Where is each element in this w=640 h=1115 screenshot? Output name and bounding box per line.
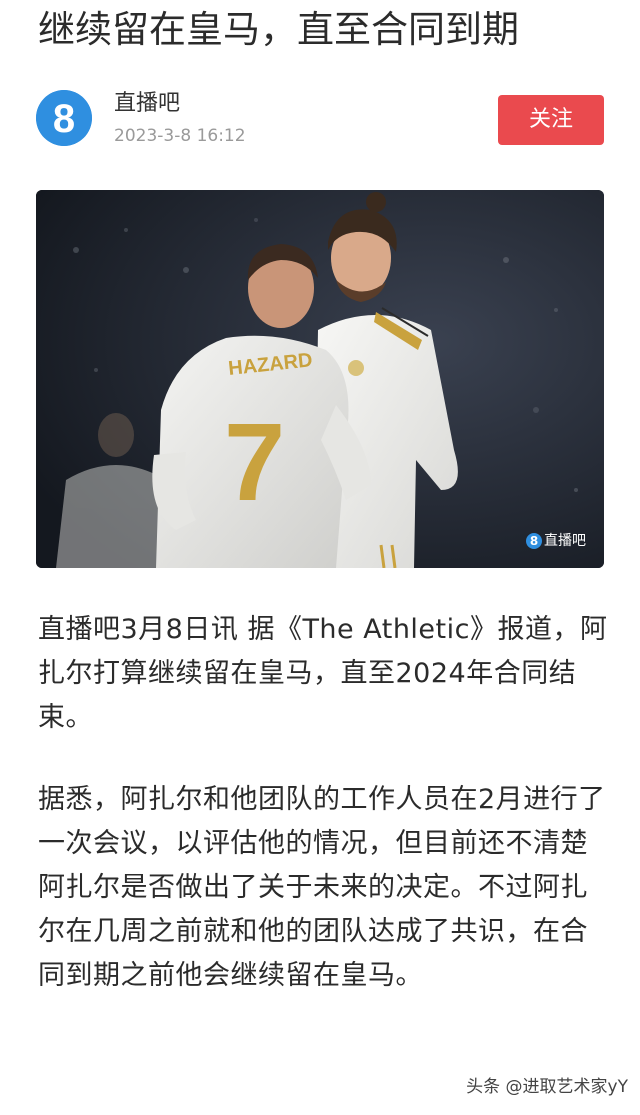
post-time: 2023-3-8 16:12 — [114, 126, 246, 146]
source-watermark: 头条 @进取艺术家yY — [466, 1077, 628, 1097]
zhibo8-logo-icon: 8 — [526, 533, 542, 549]
avatar-glyph: 8 — [53, 97, 75, 141]
follow-button[interactable]: 关注 — [498, 95, 604, 145]
author-name[interactable]: 直播吧 — [114, 90, 180, 118]
article-title: 继续留在皇马，直至合同到期 — [38, 8, 519, 51]
article-image[interactable]: HAZARD 7 8 直播吧 — [36, 190, 604, 568]
image-watermark: 8 直播吧 — [526, 532, 586, 550]
article-paragraph: 据悉，阿扎尔和他团队的工作人员在2月进行了一次会议，以评估他的情况，但目前还不清… — [38, 784, 606, 991]
jersey-number: 7 — [224, 401, 285, 524]
image-watermark-text: 直播吧 — [544, 533, 586, 549]
article-paragraph: 直播吧3月8日讯 据《The Athletic》报道，阿扎尔打算继续留在皇马，直… — [38, 614, 608, 733]
author-bar: 8 直播吧 2023-3-8 16:12 关注 — [36, 88, 606, 148]
article-body: 直播吧3月8日讯 据《The Athletic》报道，阿扎尔打算继续留在皇马，直… — [38, 608, 610, 1036]
author-avatar-icon[interactable]: 8 — [36, 90, 92, 146]
